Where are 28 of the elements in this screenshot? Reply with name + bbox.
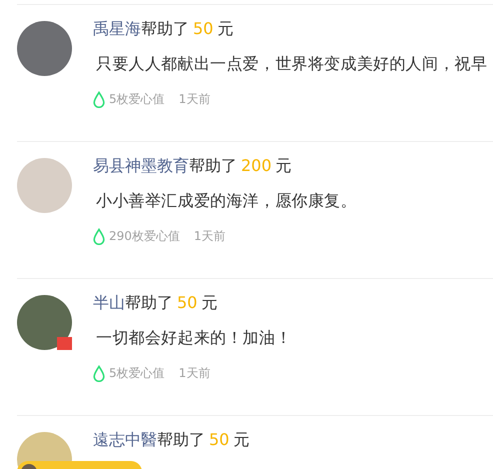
currency-unit: 元 — [233, 430, 250, 449]
time-ago: 1天前 — [194, 228, 226, 244]
love-points: 290枚爱心值 — [109, 228, 180, 244]
donation-amount: 200 — [241, 156, 272, 175]
drop-icon — [93, 228, 105, 244]
donor-name[interactable]: 半山 — [93, 293, 125, 312]
donation-amount: 50 — [209, 430, 230, 449]
love-points: 5枚爱心值 — [109, 90, 165, 108]
donation-message: 一切都会好起来的！加油！ — [96, 327, 293, 349]
helped-label: 帮助了 — [189, 156, 237, 175]
drop-icon — [93, 90, 105, 108]
donation-message: 小小善举汇成爱的海洋，愿你康复。 — [96, 190, 358, 212]
donor-name[interactable]: 易县神墨教育 — [93, 156, 189, 175]
donation-amount: 50 — [193, 19, 214, 38]
time-ago: 1天前 — [178, 364, 210, 382]
donation-message: 只要人人都献出一点爱，世界将变成美好的人间，祝早 — [96, 53, 488, 75]
helped-label: 帮助了 — [141, 19, 189, 38]
currency-unit: 元 — [276, 156, 292, 175]
currency-unit: 元 — [217, 19, 234, 38]
time-ago: 1天前 — [178, 90, 210, 108]
drop-icon — [93, 364, 105, 382]
donation-amount: 50 — [177, 293, 198, 312]
currency-unit: 元 — [201, 293, 218, 312]
helped-label: 帮助了 — [157, 430, 205, 449]
donor-name[interactable]: 禹星海 — [93, 19, 141, 38]
love-points: 5枚爱心值 — [109, 364, 165, 382]
helped-label: 帮助了 — [125, 293, 173, 312]
donor-name[interactable]: 遠志中醫 — [93, 430, 157, 449]
